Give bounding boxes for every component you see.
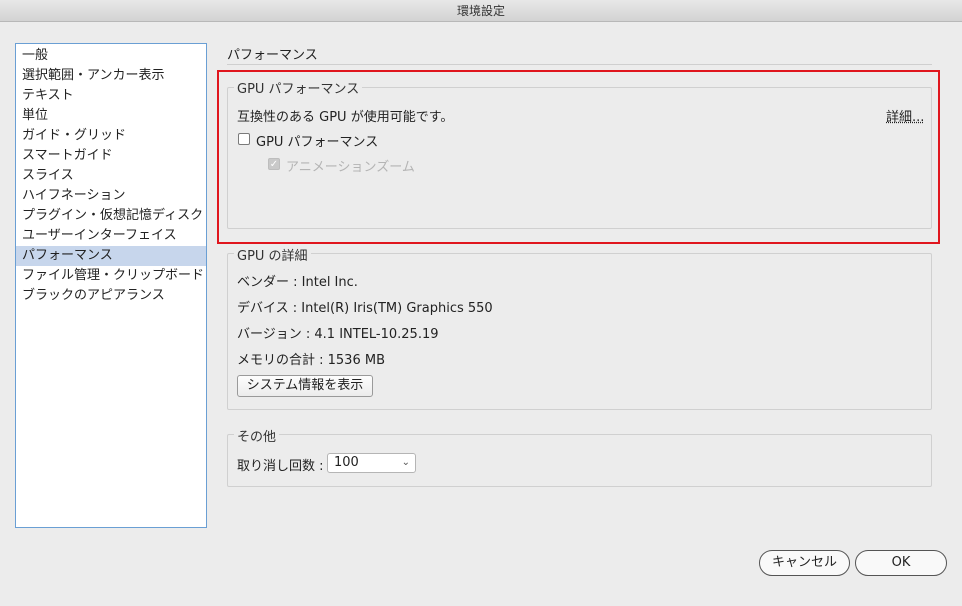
cancel-button[interactable]: キャンセル (759, 550, 850, 576)
sidebar-item-user-interface[interactable]: ユーザーインターフェイス (16, 226, 206, 246)
window-title: 環境設定 (0, 0, 962, 22)
sidebar-item-general[interactable]: 一般 (16, 46, 206, 66)
undo-count-value: 100 (334, 455, 359, 470)
category-list[interactable]: 一般 選択範囲・アンカー表示 テキスト 単位 ガイド・グリッド スマートガイド … (15, 43, 207, 528)
section-title: パフォーマンス (227, 48, 318, 63)
sidebar-item-type[interactable]: テキスト (16, 86, 206, 106)
gpu-version-text: バージョン : 4.1 INTEL-10.25.19 (237, 327, 439, 342)
sidebar-item-slices[interactable]: スライス (16, 166, 206, 186)
sidebar-item-performance[interactable]: パフォーマンス (16, 246, 206, 266)
gpu-details-group-label: GPU の詳細 (234, 245, 311, 264)
ok-button[interactable]: OK (855, 550, 947, 576)
other-group-label: その他 (234, 426, 280, 445)
chevron-down-icon: ⌄ (401, 457, 410, 468)
sidebar-item-black-appearance[interactable]: ブラックのアピアランス (16, 286, 206, 306)
gpu-vendor-text: ベンダー : Intel Inc. (237, 275, 358, 290)
system-info-button[interactable]: システム情報を表示 (237, 375, 373, 397)
sidebar-item-units[interactable]: 単位 (16, 106, 206, 126)
highlight-box (217, 70, 940, 244)
undo-count-label: 取り消し回数 : (237, 459, 324, 474)
gpu-memory-text: メモリの合計 : 1536 MB (237, 353, 385, 368)
section-divider (227, 64, 932, 65)
sidebar-item-hyphenation[interactable]: ハイフネーション (16, 186, 206, 206)
sidebar-item-smart-guides[interactable]: スマートガイド (16, 146, 206, 166)
sidebar-item-plugins-scratch[interactable]: プラグイン・仮想記憶ディスク (16, 206, 206, 226)
gpu-device-text: デバイス : Intel(R) Iris(TM) Graphics 550 (237, 301, 493, 316)
sidebar-item-selection-anchor[interactable]: 選択範囲・アンカー表示 (16, 66, 206, 86)
sidebar-item-guides-grid[interactable]: ガイド・グリッド (16, 126, 206, 146)
undo-count-select[interactable]: 100 ⌄ (327, 453, 416, 473)
sidebar-item-file-handling[interactable]: ファイル管理・クリップボード (16, 266, 206, 286)
